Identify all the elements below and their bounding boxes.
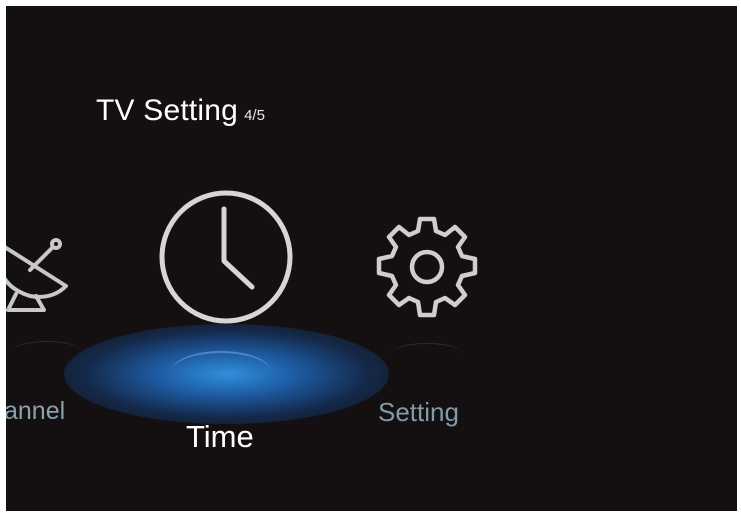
menu-header: TV Setting 4/5	[96, 94, 265, 128]
page-indicator: 4/5	[244, 107, 265, 124]
menu-item-label: Time	[186, 419, 254, 454]
menu-item-label: annel	[6, 397, 66, 425]
tv-setting-screen: TV Setting 4/5 annel Time Setting	[6, 6, 737, 511]
icon-reflection	[391, 343, 463, 364]
satellite-dish-icon	[6, 238, 68, 312]
page-title: TV Setting	[96, 94, 239, 127]
gear-icon	[376, 216, 478, 318]
focus-highlight-reflection	[171, 351, 271, 393]
menu-item-label: Setting	[378, 397, 459, 427]
clock-icon	[159, 190, 293, 324]
